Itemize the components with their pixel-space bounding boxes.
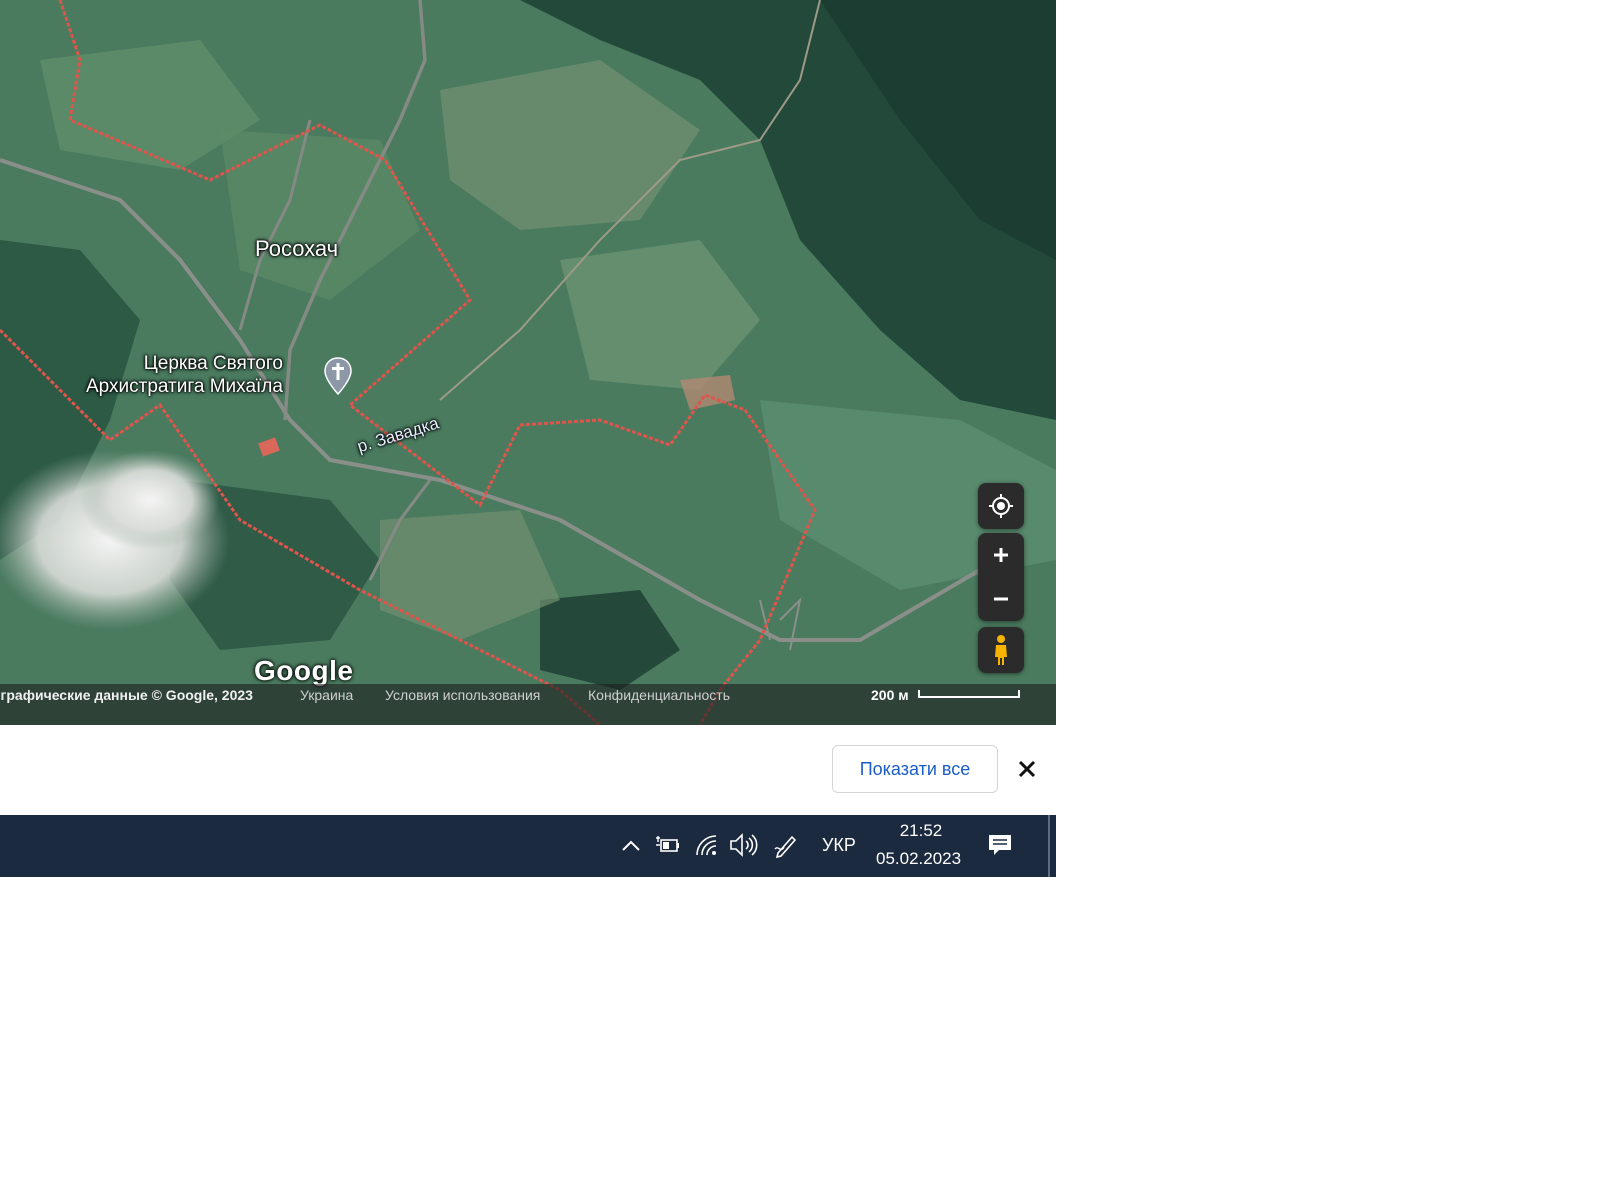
pegman-icon bbox=[995, 635, 1007, 665]
close-icon bbox=[1018, 760, 1036, 778]
zoom-in-button[interactable] bbox=[978, 533, 1024, 577]
my-location-icon bbox=[989, 494, 1013, 518]
minus-icon bbox=[994, 597, 1008, 601]
my-location-button[interactable] bbox=[978, 483, 1024, 529]
privacy-link[interactable]: Конфиденциальность bbox=[588, 687, 730, 703]
clock-time[interactable]: 21:52 bbox=[890, 821, 952, 841]
church-pin-icon[interactable] bbox=[322, 356, 354, 396]
church-label-line1: Церква Святого bbox=[143, 353, 283, 374]
map-attribution-bar: ографические данные © Google, 2023 Украи… bbox=[0, 684, 1056, 725]
chevron-up-icon[interactable] bbox=[620, 835, 642, 857]
pen-icon[interactable] bbox=[772, 831, 800, 859]
clock-date[interactable]: 05.02.2023 bbox=[876, 849, 961, 869]
close-button[interactable] bbox=[1011, 753, 1043, 785]
plus-icon bbox=[994, 548, 1008, 562]
taskbar: УКР 21:52 05.02.2023 bbox=[0, 815, 1056, 877]
show-all-button[interactable]: Показати все bbox=[832, 745, 998, 793]
terms-link[interactable]: Условия использования bbox=[385, 687, 540, 703]
volume-icon[interactable] bbox=[728, 831, 758, 859]
street-view-button[interactable] bbox=[978, 627, 1024, 673]
show-desktop-button[interactable] bbox=[1048, 815, 1050, 877]
scale-label[interactable]: 200 м bbox=[871, 687, 909, 703]
zoom-controls bbox=[978, 533, 1024, 621]
country-link[interactable]: Украина bbox=[300, 687, 353, 703]
google-logo: Google bbox=[254, 655, 354, 686]
church-label[interactable]: Церква Святого Архистратига Михаїла bbox=[86, 352, 283, 398]
language-indicator[interactable]: УКР bbox=[822, 835, 856, 856]
scale-bar[interactable] bbox=[918, 690, 1020, 698]
notification-icon[interactable] bbox=[986, 831, 1014, 859]
map-data-copyright[interactable]: ографические данные © Google, 2023 bbox=[0, 687, 253, 703]
wifi-icon[interactable] bbox=[694, 833, 720, 859]
village-label[interactable]: Росохач bbox=[255, 236, 338, 262]
map-view[interactable]: Росохач Церква Святого Архистратига Миха… bbox=[0, 0, 1056, 725]
zoom-out-button[interactable] bbox=[978, 577, 1024, 621]
church-label-line2: Архистратига Михаїла bbox=[86, 376, 283, 397]
battery-icon[interactable] bbox=[655, 833, 681, 857]
